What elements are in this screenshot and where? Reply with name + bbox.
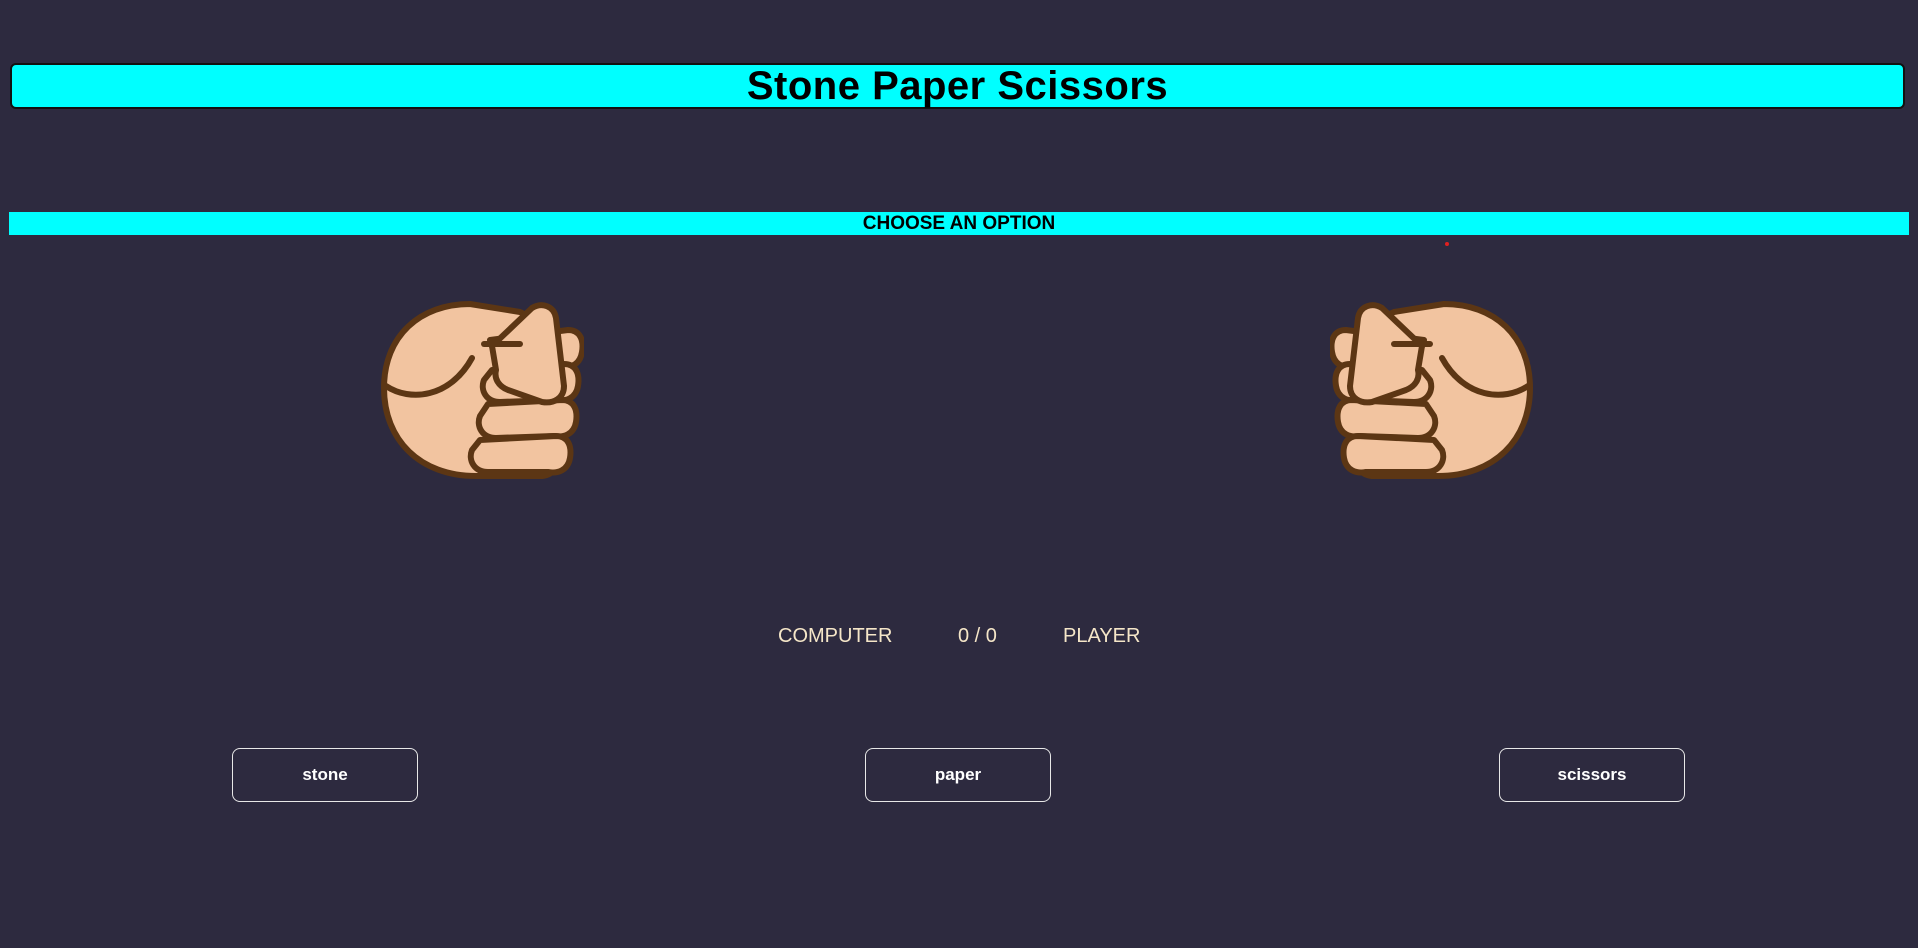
paper-button[interactable]: paper — [865, 748, 1051, 802]
scissors-button[interactable]: scissors — [1499, 748, 1685, 802]
prompt-text: CHOOSE AN OPTION — [862, 212, 1056, 234]
prompt-banner: CHOOSE AN OPTION — [9, 212, 1909, 235]
player-hand-fist-icon — [1328, 300, 1534, 482]
score-display: 0 / 0 — [958, 625, 997, 647]
scoreboard: COMPUTER 0 / 0 PLAYER — [0, 625, 1918, 649]
computer-label: COMPUTER — [778, 625, 893, 647]
title-banner: Stone Paper Scissors — [10, 63, 1905, 109]
red-dot-marker — [1445, 242, 1449, 246]
computer-hand-fist-icon — [380, 300, 586, 482]
stone-button[interactable]: stone — [232, 748, 418, 802]
player-label: PLAYER — [1063, 625, 1141, 647]
page-title: Stone Paper Scissors — [746, 63, 1169, 108]
